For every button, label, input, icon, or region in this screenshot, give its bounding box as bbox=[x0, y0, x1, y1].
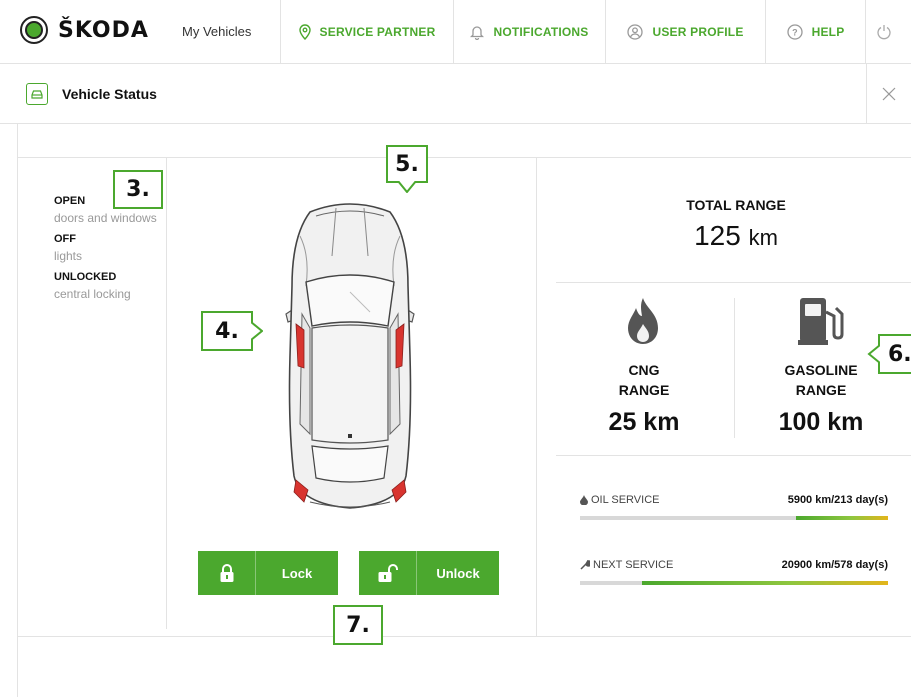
car-top-view-illustration bbox=[285, 203, 415, 509]
brand-name: ŠKODA bbox=[58, 17, 149, 43]
lock-button[interactable]: Lock bbox=[198, 551, 338, 595]
close-icon bbox=[882, 87, 896, 101]
oil-service-label: OIL SERVICE bbox=[591, 494, 660, 506]
skoda-emblem-icon bbox=[20, 16, 48, 44]
callout-6: 6. bbox=[878, 334, 911, 374]
total-range-unit: km bbox=[748, 225, 778, 250]
cng-range-name: CNG bbox=[628, 362, 660, 378]
callout-pointer bbox=[398, 181, 416, 193]
user-icon bbox=[627, 24, 644, 40]
close-button[interactable] bbox=[866, 64, 911, 124]
unlock-button[interactable]: Unlock bbox=[359, 551, 499, 595]
unlock-icon bbox=[359, 551, 417, 595]
nav-service-partner[interactable]: SERVICE PARTNER bbox=[280, 0, 453, 64]
oil-service: OIL SERVICE 5900 km/213 day(s) bbox=[580, 494, 888, 520]
status-label: central locking bbox=[54, 287, 131, 301]
nav-user-profile[interactable]: USER PROFILE bbox=[605, 0, 765, 64]
vehicle-status-header: Vehicle Status bbox=[0, 64, 911, 124]
nav-notifications-label: NOTIFICATIONS bbox=[493, 25, 589, 39]
divider bbox=[536, 157, 537, 637]
status-label: doors and windows bbox=[54, 211, 157, 225]
callout-3: 3. bbox=[113, 170, 163, 209]
cng-range: CNG RANGE 25 km bbox=[554, 360, 734, 437]
lock-button-label: Lock bbox=[281, 565, 313, 581]
callout-4: 4. bbox=[201, 311, 253, 351]
callout-pointer bbox=[251, 322, 263, 340]
gasoline-range-value: 100 km bbox=[778, 408, 864, 436]
lock-icon bbox=[198, 551, 256, 595]
top-navigation: ŠKODA My Vehicles SERVICE PARTNER NOTIFI… bbox=[0, 0, 911, 64]
svg-text:?: ? bbox=[792, 28, 798, 38]
total-range-label: TOTAL RANGE bbox=[686, 197, 786, 213]
callout-pointer bbox=[867, 345, 880, 363]
drop-icon bbox=[580, 495, 588, 505]
next-service-value: 20900 km/578 day(s) bbox=[781, 559, 888, 571]
unlock-button-label: Unlock bbox=[436, 565, 480, 581]
oil-service-value: 5900 km/213 day(s) bbox=[787, 494, 888, 506]
status-value: UNLOCKED bbox=[54, 271, 117, 283]
cng-range-value: 25 km bbox=[608, 408, 680, 436]
nav-user-profile-label: USER PROFILE bbox=[652, 25, 744, 39]
page-title: Vehicle Status bbox=[62, 86, 157, 102]
power-icon bbox=[877, 25, 891, 40]
gasoline-range-name-2: RANGE bbox=[795, 382, 847, 398]
pin-icon bbox=[298, 24, 311, 40]
nav-service-partner-label: SERVICE PARTNER bbox=[319, 25, 436, 39]
next-service-progress bbox=[580, 581, 888, 585]
callout-5: 5. bbox=[386, 145, 428, 183]
status-item-lights: OFF lights bbox=[54, 232, 162, 263]
status-value: OFF bbox=[54, 233, 76, 245]
next-service: NEXT SERVICE 20900 km/578 day(s) bbox=[580, 559, 888, 585]
skoda-logo[interactable]: ŠKODA bbox=[20, 16, 149, 44]
status-list: OPEN doors and windows OFF lights UNLOCK… bbox=[54, 194, 162, 308]
next-service-progress-fill bbox=[641, 581, 888, 585]
divider bbox=[556, 282, 911, 283]
nav-notifications[interactable]: NOTIFICATIONS bbox=[453, 0, 605, 64]
car-icon bbox=[26, 83, 48, 105]
flame-icon bbox=[628, 298, 658, 344]
total-range-value: 125 km bbox=[556, 220, 911, 252]
next-service-label: NEXT SERVICE bbox=[593, 559, 674, 571]
cng-range-name-2: RANGE bbox=[618, 382, 670, 398]
wrench-icon bbox=[580, 560, 590, 570]
divider bbox=[166, 157, 167, 629]
power-button[interactable] bbox=[865, 0, 911, 64]
oil-service-progress-fill bbox=[795, 516, 888, 520]
my-vehicles-link[interactable]: My Vehicles bbox=[182, 24, 251, 39]
status-label: lights bbox=[54, 249, 83, 263]
help-icon: ? bbox=[786, 24, 803, 40]
divider bbox=[556, 455, 911, 456]
nav-help[interactable]: ? HELP bbox=[765, 0, 865, 64]
callout-7: 7. bbox=[333, 605, 383, 645]
fuel-pump-icon bbox=[798, 298, 844, 345]
oil-service-progress bbox=[580, 516, 888, 520]
bell-icon bbox=[470, 26, 485, 40]
total-range-number: 125 bbox=[694, 220, 741, 251]
status-item-locking: UNLOCKED central locking bbox=[54, 270, 162, 301]
nav-help-label: HELP bbox=[811, 25, 845, 39]
